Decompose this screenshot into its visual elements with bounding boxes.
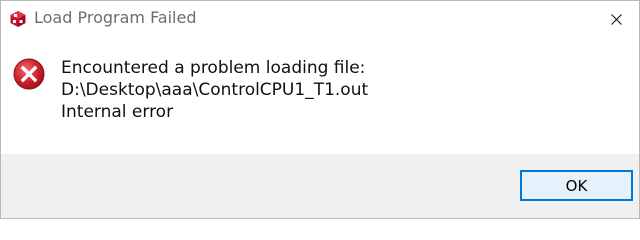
ok-button-label: OK xyxy=(565,176,588,195)
message-line-1: Encountered a problem loading file: xyxy=(61,58,366,78)
title-bar[interactable]: Load Program Failed xyxy=(1,1,639,38)
button-bar: OK xyxy=(1,154,639,218)
load-program-failed-dialog: Load Program Failed Encountered a proble… xyxy=(0,0,640,219)
close-icon xyxy=(610,14,622,25)
error-icon xyxy=(13,58,45,90)
close-button[interactable] xyxy=(593,1,639,38)
message-file-path: D:\Desktop\aaa\ControlCPU1_T1.out xyxy=(61,80,369,100)
message-area: Encountered a problem loading file: D:\D… xyxy=(1,38,639,154)
app-cube-icon xyxy=(9,10,27,28)
message-line-3: Internal error xyxy=(61,102,174,122)
ok-button[interactable]: OK xyxy=(520,170,633,201)
window-title: Load Program Failed xyxy=(34,8,197,27)
error-message: Encountered a problem loading file: D:\D… xyxy=(61,57,368,123)
